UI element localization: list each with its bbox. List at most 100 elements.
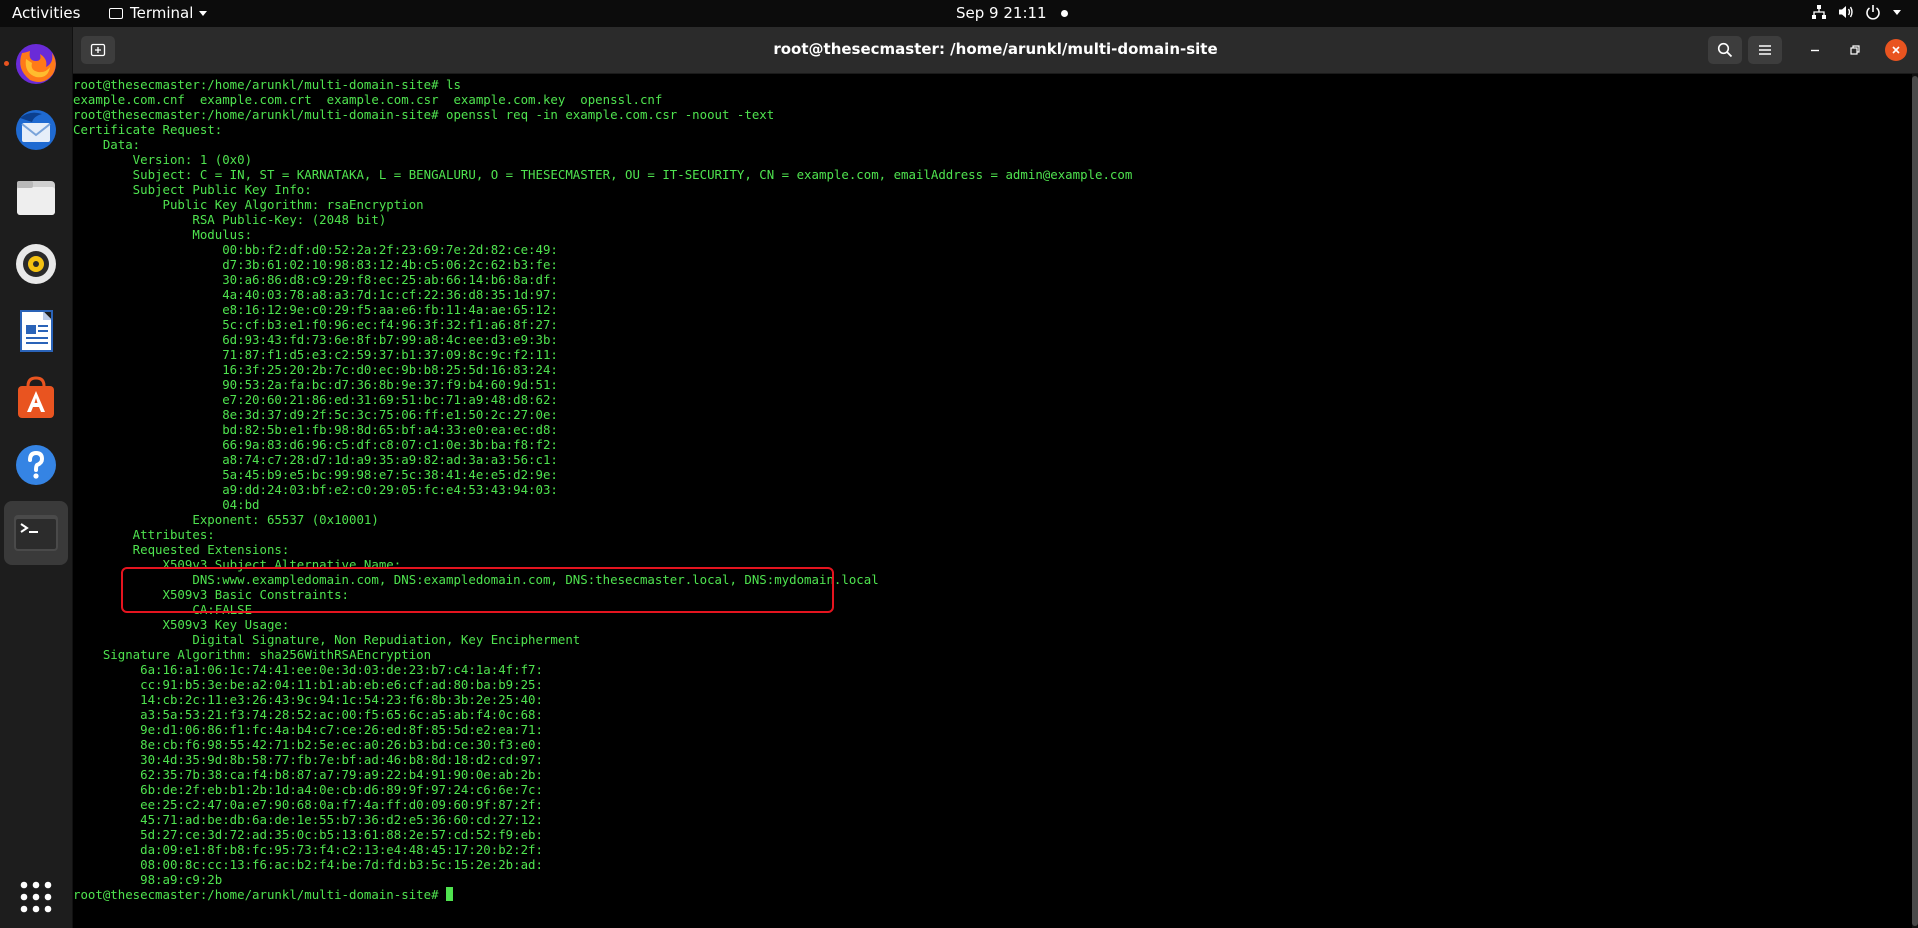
thunderbird-icon	[16, 110, 56, 150]
terminal-line: da:09:e1:8f:b8:fc:95:73:f4:c2:13:e4:48:4…	[73, 842, 543, 857]
terminal-line: Signature Algorithm: sha256WithRSAEncryp…	[73, 647, 432, 662]
terminal-line: Public Key Algorithm: rsaEncryption	[73, 197, 424, 212]
terminal-line: 4a:40:03:78:a8:a3:7d:1c:cf:22:36:d8:35:1…	[73, 287, 558, 302]
writer-icon	[20, 310, 53, 352]
top-bar: Activities Terminal Sep 9 21:11	[0, 0, 1918, 27]
terminal-line: Modulus:	[73, 227, 253, 242]
terminal-line: e7:20:60:21:86:ed:31:69:51:bc:71:a9:48:d…	[73, 392, 558, 407]
terminal-line: ee:25:c2:47:0a:e7:90:68:0a:f7:4a:ff:d0:0…	[73, 797, 543, 812]
terminal-line: 90:53:2a:fa:bc:d7:36:8b:9e:37:f9:b4:60:9…	[73, 377, 558, 392]
terminal-line: Digital Signature, Non Repudiation, Key …	[73, 632, 581, 647]
terminal-line: Version: 1 (0x0)	[73, 152, 253, 167]
terminal-lines: root@thesecmaster:/home/arunkl/multi-dom…	[73, 77, 1132, 902]
clock-button[interactable]: Sep 9 21:11	[956, 4, 1068, 22]
terminal-line: 6b:de:2f:eb:b1:2b:1d:a4:0e:cb:d6:89:9f:9…	[73, 782, 543, 797]
terminal-line: a9:dd:24:03:bf:e2:c0:29:05:fc:e4:53:43:9…	[73, 482, 558, 497]
terminal-line: Requested Extensions:	[73, 542, 290, 557]
terminal-line: 66:9a:83:d6:96:c5:df:c8:07:c1:0e:3b:ba:f…	[73, 437, 558, 452]
chevron-down-icon	[199, 10, 208, 16]
maximize-button[interactable]	[1843, 38, 1867, 62]
terminal-line: a8:74:c7:28:d7:1d:a9:35:a9:82:ad:3a:a3:5…	[73, 452, 558, 467]
terminal-line: 98:a9:c9:2b	[73, 872, 223, 887]
terminal-line: 45:71:ad:be:db:6a:de:1e:55:b7:36:d2:e5:3…	[73, 812, 543, 827]
window-titlebar[interactable]: root@thesecmaster: /home/arunkl/multi-do…	[73, 27, 1918, 74]
system-tray[interactable]	[1811, 4, 1902, 20]
close-icon	[1892, 46, 1900, 54]
terminal-line: 14:cb:2c:11:e3:26:43:9c:94:1c:54:23:f6:8…	[73, 692, 543, 707]
terminal-line: 30:a6:86:d8:c9:29:f8:ec:25:ab:66:14:b6:8…	[73, 272, 558, 287]
terminal-app-icon	[109, 7, 123, 19]
dock-item-software[interactable]	[12, 374, 60, 422]
scrollbar-thumb[interactable]	[1912, 76, 1918, 926]
menu-button[interactable]	[1748, 36, 1782, 64]
terminal-line: 8e:3d:37:d9:2f:5c:3c:75:06:ff:e1:50:2c:2…	[73, 407, 558, 422]
close-button[interactable]	[1885, 39, 1907, 61]
terminal-line: RSA Public-Key: (2048 bit)	[73, 212, 387, 227]
notification-dot-icon	[1060, 9, 1068, 17]
clock-label: Sep 9 21:11	[956, 4, 1047, 22]
app-menu-button[interactable]: Terminal	[109, 4, 208, 22]
terminal-line: 00:bb:f2:df:d0:52:2a:2f:23:69:7e:2d:82:c…	[73, 242, 558, 257]
terminal-line: a3:5a:53:21:f3:74:28:52:ac:00:f5:65:6c:a…	[73, 707, 543, 722]
dock-item-rhythmbox[interactable]	[12, 240, 60, 288]
terminal-line: root@thesecmaster:/home/arunkl/multi-dom…	[73, 77, 461, 92]
chevron-down-icon	[1893, 10, 1901, 15]
terminal-line: 08:00:8c:cc:13:f6:ac:b2:f4:be:7d:fd:b3:5…	[73, 857, 543, 872]
terminal-line: Certificate Request:	[73, 122, 223, 137]
search-button[interactable]	[1708, 36, 1742, 64]
terminal-scrollbar[interactable]	[1912, 74, 1918, 928]
volume-icon	[1839, 6, 1853, 18]
dock-item-files[interactable]	[12, 173, 60, 221]
terminal-line: 71:87:f1:d5:e3:c2:59:37:b1:37:09:8c:9c:f…	[73, 347, 558, 362]
terminal-line: Exponent: 65537 (0x10001)	[73, 512, 379, 527]
software-icon	[18, 376, 54, 418]
terminal-line: Data:	[73, 137, 141, 152]
minimize-icon	[1811, 49, 1819, 52]
terminal-prompt: root@thesecmaster:/home/arunkl/multi-dom…	[73, 887, 446, 902]
terminal-line: root@thesecmaster:/home/arunkl/multi-dom…	[73, 107, 775, 122]
dock-item-thunderbird[interactable]	[12, 106, 60, 154]
dock-item-firefox[interactable]	[12, 39, 60, 87]
power-icon	[1866, 5, 1880, 20]
terminal-line: 30:4d:35:9d:8b:58:77:fb:7e:bf:ad:46:b8:8…	[73, 752, 543, 767]
help-icon	[16, 445, 56, 485]
terminal-prompt-line[interactable]: root@thesecmaster:/home/arunkl/multi-dom…	[73, 887, 1132, 902]
terminal-output[interactable]: root@thesecmaster:/home/arunkl/multi-dom…	[73, 74, 1911, 928]
terminal-line: Subject: C = IN, ST = KARNATAKA, L = BEN…	[73, 167, 1133, 182]
terminal-line: Attributes:	[73, 527, 215, 542]
terminal-line: 5c:cf:b3:e1:f0:96:ec:f4:96:3f:32:f1:a6:8…	[73, 317, 558, 332]
terminal-line: 5d:27:ce:3d:72:ad:35:0c:b5:13:61:88:2e:5…	[73, 827, 543, 842]
minimize-button[interactable]	[1803, 38, 1827, 62]
app-menu-label: Terminal	[130, 4, 194, 22]
terminal-line: Subject Public Key Info:	[73, 182, 312, 197]
dock-item-terminal[interactable]	[4, 501, 68, 565]
apps-grid-icon	[20, 881, 52, 913]
terminal-line: 8e:cb:f6:98:55:42:71:b2:5e:ec:a0:26:b3:b…	[73, 737, 543, 752]
terminal-line: X509v3 Key Usage:	[73, 617, 290, 632]
terminal-line: 5a:45:b9:e5:bc:99:98:e7:5c:38:41:4e:e5:d…	[73, 467, 558, 482]
show-apps-button[interactable]	[12, 873, 60, 921]
terminal-line: 62:35:7b:38:ca:f4:b8:87:a7:79:a9:22:b4:9…	[73, 767, 543, 782]
restore-icon	[1850, 45, 1860, 55]
terminal-line: 04:bd	[73, 497, 260, 512]
hamburger-menu-icon	[1759, 45, 1771, 55]
subject-alt-name-highlight	[121, 567, 834, 613]
search-icon	[1717, 42, 1733, 58]
terminal-cursor	[446, 887, 453, 901]
activities-button[interactable]: Activities	[12, 4, 80, 22]
dock	[0, 27, 73, 928]
rhythmbox-icon	[16, 244, 56, 284]
terminal-line: bd:82:5b:e1:fb:98:8d:65:bf:a4:33:e0:ea:e…	[73, 422, 558, 437]
terminal-line: example.com.cnf example.com.crt example.…	[73, 92, 663, 107]
terminal-line: 6d:93:43:fd:73:6e:8f:b7:99:a8:4c:ee:d3:e…	[73, 332, 558, 347]
terminal-line: 9e:d1:06:86:f1:fc:4a:b4:c7:ce:26:ed:8f:8…	[73, 722, 543, 737]
dock-item-writer[interactable]	[12, 307, 60, 355]
terminal-line: 6a:16:a1:06:1c:74:41:ee:0e:3d:03:de:23:b…	[73, 662, 543, 677]
network-icon	[1812, 5, 1826, 19]
terminal-line: cc:91:b5:3e:be:a2:04:11:b1:ab:eb:e6:cf:a…	[73, 677, 543, 692]
terminal-window: root@thesecmaster: /home/arunkl/multi-do…	[73, 27, 1918, 928]
firefox-icon	[16, 44, 56, 84]
window-title: root@thesecmaster: /home/arunkl/multi-do…	[773, 40, 1218, 58]
dock-item-help[interactable]	[12, 441, 60, 489]
files-icon	[17, 181, 55, 215]
